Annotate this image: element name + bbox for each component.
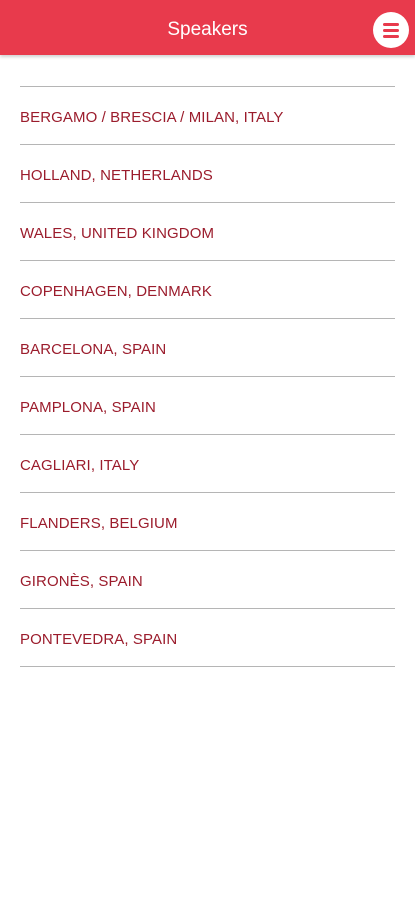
list-item-label: HOLLAND, NETHERLANDS [20,166,213,184]
list-item-label: COPENHAGEN, DENMARK [20,282,212,300]
hamburger-menu-icon [383,23,399,26]
list-item[interactable]: COPENHAGEN, DENMARK [20,261,395,319]
list-item[interactable]: HOLLAND, NETHERLANDS [20,145,395,203]
list-item-label: GIRONÈS, SPAIN [20,572,143,590]
hamburger-menu-icon-bottom-bar [383,35,399,38]
list-item[interactable]: PONTEVEDRA, SPAIN [20,609,395,667]
app-bar: Speakers [0,0,415,55]
list-item-label: WALES, UNITED KINGDOM [20,224,215,242]
list-item-label: BERGAMO / BRESCIA / MILAN, ITALY [20,108,284,126]
list-item[interactable]: FLANDERS, BELGIUM [20,493,395,551]
list-item[interactable]: BERGAMO / BRESCIA / MILAN, ITALY [20,87,395,145]
speakers-location-list: BERGAMO / BRESCIA / MILAN, ITALY HOLLAND… [20,86,395,667]
menu-button[interactable] [373,12,409,48]
list-item-label: CAGLIARI, ITALY [20,456,140,474]
list-item[interactable]: GIRONÈS, SPAIN [20,551,395,609]
list-item[interactable]: CAGLIARI, ITALY [20,435,395,493]
page-title: Speakers [167,19,248,40]
list-item[interactable]: WALES, UNITED KINGDOM [20,203,395,261]
list-item-label: BARCELONA, SPAIN [20,340,167,358]
hamburger-menu-icon-middle-bar [383,29,399,32]
list-item-label: FLANDERS, BELGIUM [20,514,178,532]
list-item[interactable]: PAMPLONA, SPAIN [20,377,395,435]
app-screen: Speakers BERGAMO / BRESCIA / MILAN, ITAL… [0,0,415,900]
list-item-label: PONTEVEDRA, SPAIN [20,630,178,648]
list-item-label: PAMPLONA, SPAIN [20,398,156,416]
list-item[interactable]: BARCELONA, SPAIN [20,319,395,377]
